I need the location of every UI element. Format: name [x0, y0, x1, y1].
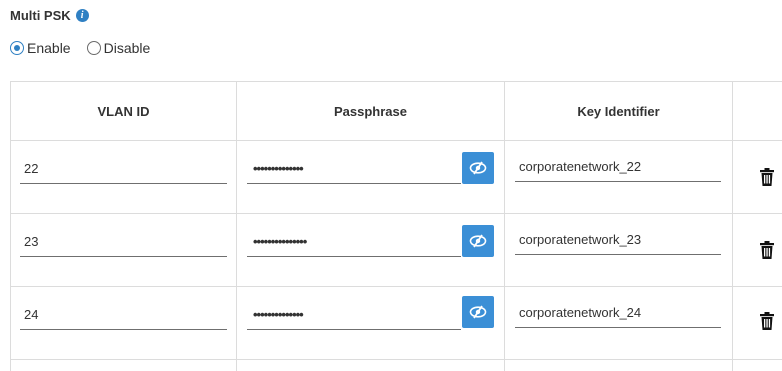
trash-icon[interactable]: [759, 312, 775, 330]
disable-option[interactable]: Disable: [86, 40, 151, 56]
eye-slash-icon: [469, 234, 487, 248]
trash-icon[interactable]: [759, 241, 775, 259]
passphrase-input[interactable]: ••••••••••••••: [247, 300, 461, 330]
key-identifier-input[interactable]: corporatenetwork_24: [515, 298, 721, 328]
passphrase-input[interactable]: •••••••••••••••: [247, 227, 461, 257]
key-identifier-input[interactable]: corporatenetwork_22: [515, 152, 721, 182]
row-divider: [11, 359, 782, 360]
header-passphrase: Passphrase: [334, 103, 407, 119]
eye-slash-icon: [469, 305, 487, 319]
vlan-id-input[interactable]: 22: [20, 154, 227, 184]
info-icon[interactable]: i: [75, 9, 89, 22]
enable-label: Enable: [27, 40, 71, 56]
row-divider: [11, 286, 782, 287]
enable-option[interactable]: Enable: [10, 40, 71, 56]
disable-label: Disable: [103, 40, 151, 56]
row-divider: [11, 213, 782, 214]
disable-radio[interactable]: [86, 41, 101, 55]
section-header: Multi PSK i: [10, 8, 89, 23]
reveal-passphrase-button[interactable]: [462, 296, 494, 328]
section-title: Multi PSK: [10, 8, 71, 23]
header-vlan-id: VLAN ID: [97, 103, 150, 119]
mode-radio-group: Enable Disable: [10, 40, 166, 56]
psk-table: VLAN ID Passphrase Key Identifier 22 •••…: [10, 81, 782, 371]
column-divider: [732, 82, 733, 371]
vlan-id-input[interactable]: 23: [20, 227, 227, 257]
eye-slash-icon: [469, 161, 487, 175]
reveal-passphrase-button[interactable]: [462, 152, 494, 184]
reveal-passphrase-button[interactable]: [462, 225, 494, 257]
trash-icon[interactable]: [759, 168, 775, 186]
row-divider: [11, 140, 782, 141]
key-identifier-input[interactable]: corporatenetwork_23: [515, 225, 721, 255]
header-key-identifier: Key Identifier: [577, 103, 660, 119]
passphrase-input[interactable]: ••••••••••••••: [247, 154, 461, 184]
vlan-id-input[interactable]: 24: [20, 300, 227, 330]
enable-radio[interactable]: [10, 41, 24, 55]
